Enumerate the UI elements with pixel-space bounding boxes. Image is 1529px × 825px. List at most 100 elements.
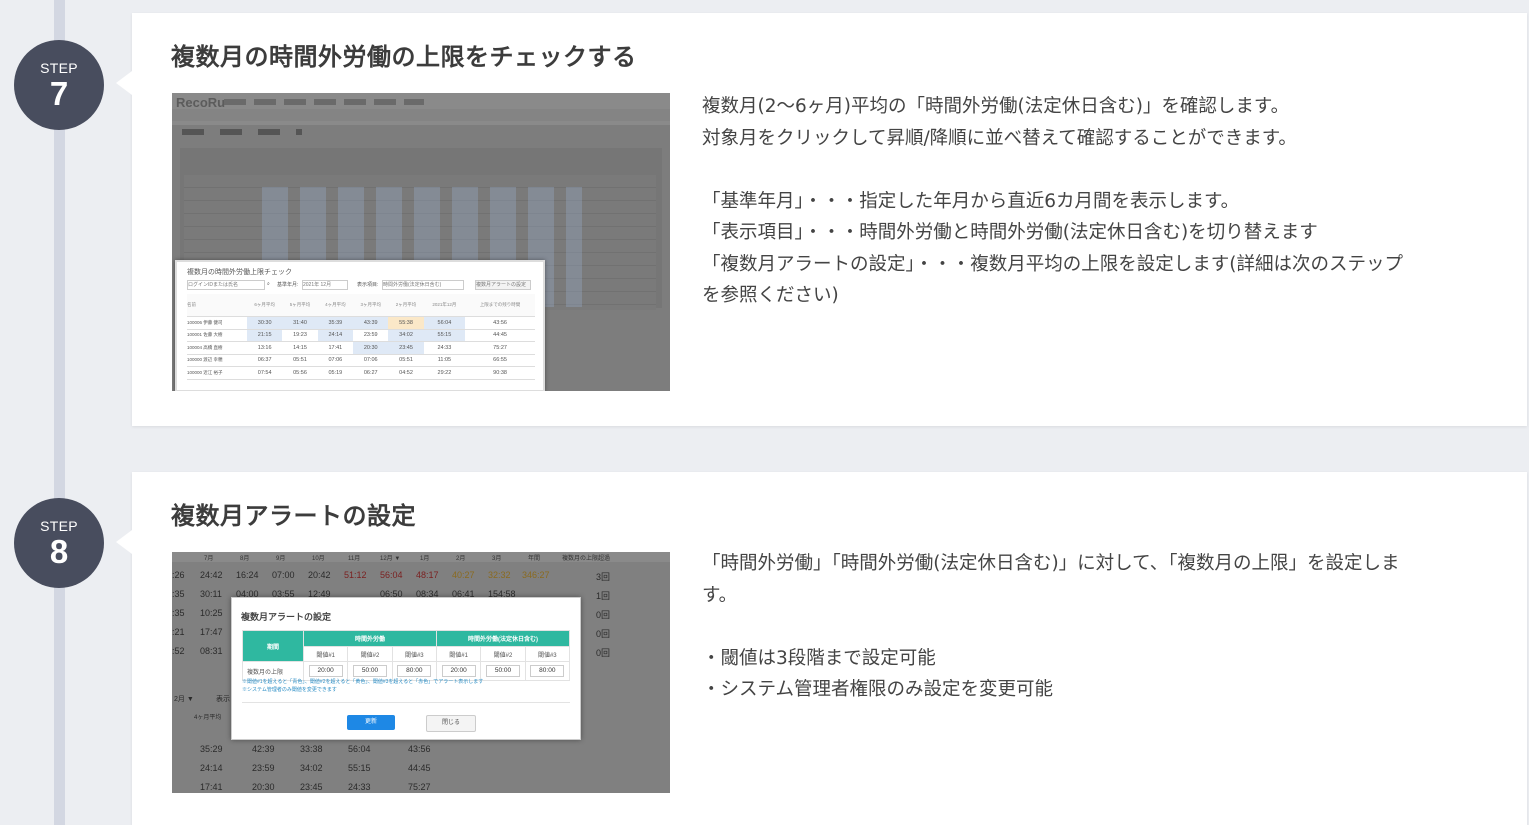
table-row: 100004 高橋 直樹 13:16 14:15 17:41 20:30 23:… [187, 341, 535, 355]
column-header[interactable]: 2ヶ月平均 [388, 294, 424, 317]
overtime-check-modal: 複数月の時間外労働上限チェック ログインIDまたは氏名 ⌕ 基準年月: 2021… [175, 260, 545, 391]
column-header[interactable]: 5ヶ月平均 [282, 294, 318, 317]
employee-name: 100000 渡辺 幸穂 [187, 354, 247, 367]
threshold-input[interactable]: 80:00 [530, 665, 565, 677]
close-button[interactable]: 閉じる [426, 715, 476, 732]
column-header[interactable]: 上限までの残り時間 [465, 294, 535, 317]
description-line: す。 [702, 584, 738, 606]
group-header-overtime: 時間外労働 [303, 630, 437, 647]
period-header: 期間 [242, 630, 304, 662]
table-cell: 35:39 [317, 316, 354, 330]
table-cell: 05:56 [282, 366, 318, 380]
table-cell: 56:04 [423, 316, 466, 330]
table-cell: 21:15 [247, 329, 283, 342]
modal-title: 複数月アラートの設定 [241, 612, 332, 622]
table-cell: 04:52 [388, 366, 424, 380]
step-title: 複数月の時間外労働の上限をチェックする [171, 43, 637, 71]
base-month-select[interactable]: 2021年 12月 [302, 280, 348, 290]
description-line: 「時間外労働」「時間外労働(法定休日含む)」に対して、「複数月の上限」を設定しま [702, 553, 1400, 574]
alert-note: ※閾値#1を超えると「青色」、閾値#2を超えると「黄色」、閾値#3を超えると「赤… [242, 679, 484, 685]
table-cell: 90:38 [465, 366, 535, 380]
step-7-description: 複数月(2〜6ヶ月)平均の「時間外労働(法定休日含む)」を確認します。 対象月を… [702, 91, 1492, 312]
threshold-input[interactable]: 20:00 [441, 665, 476, 677]
display-select[interactable]: 時間外労働(法定休日含む) [382, 280, 464, 290]
table-cell: 23:59 [353, 329, 389, 342]
table-cell: 19:23 [282, 329, 318, 342]
threshold-input[interactable]: 50:00 [352, 665, 387, 677]
step-number: 8 [49, 533, 69, 570]
table-cell: 66:55 [465, 354, 535, 367]
base-month-value: 2021年 12月 [303, 282, 332, 288]
threshold-input[interactable]: 80:00 [397, 665, 432, 677]
table-cell: 55:38 [388, 316, 424, 330]
description-line: 複数月(2〜6ヶ月)平均の「時間外労働(法定休日含む)」を確認します。 [702, 96, 1290, 117]
display-value: 時間外労働(法定休日含む) [383, 282, 442, 288]
modal-title: 複数月の時間外労働上限チェック [187, 269, 292, 276]
table-cell: 05:19 [317, 366, 354, 380]
background-header-row: 7月 8月 9月 10月 11月 12月 ▼ 1月 2月 3月 年間 複数月の上… [172, 552, 670, 562]
table-cell: 34:02 [388, 329, 424, 342]
table-cell: 14:15 [282, 341, 318, 355]
threshold-input[interactable]: 50:00 [485, 665, 520, 677]
table-row: 17:41 20:30 23:45 24:33 75:27 [200, 782, 431, 792]
app-logo: RecoRu [176, 95, 226, 110]
table-row: 24:14 23:59 34:02 55:15 44:45 [200, 763, 431, 773]
table-row: :26 24:42 16:24 07:00 20:42 51:12 56:04 … [172, 570, 611, 582]
app-toolbar [172, 109, 670, 121]
description-line: ・閾値は3段階まで設定可能 [702, 647, 936, 669]
step-number: 7 [49, 75, 69, 112]
column-header[interactable]: 4ヶ月平均 [317, 294, 354, 317]
threshold-header: 閾値#3 [391, 646, 437, 662]
table-cell: 20:30 [353, 341, 389, 355]
step-7-screenshot: RecoRu 複数月の時間外労働上限チェック ログインIDまたは氏名 ⌕ 基準年… [172, 93, 670, 391]
table-cell: 24:33 [423, 341, 466, 355]
search-input[interactable]: ログインIDまたは氏名 [187, 280, 265, 290]
step-label: STEP [40, 60, 78, 76]
column-header[interactable]: 名前 [187, 294, 247, 317]
table-row: 100001 佐藤 大樹 21:15 19:23 24:14 23:59 34:… [187, 329, 535, 342]
step-8-card: 複数月アラートの設定 7月 8月 9月 10月 11月 12月 ▼ 1月 2月 … [116, 472, 1527, 825]
table-cell: 06:27 [353, 366, 389, 380]
step-7-badge: STEP 7 [14, 40, 104, 130]
table-row: 100000 近江 裕子 07:54 05:56 05:19 06:27 04:… [187, 366, 535, 380]
description-line: を参照ください) [702, 285, 839, 306]
alert-settings-table: 期間 時間外労働 時間外労働(法定休日含む) 閾値#1 閾値#2 閾値#3 閾値… [242, 630, 571, 681]
table-cell: 29:22 [423, 366, 466, 380]
step-8-description: 「時間外労働」「時間外労働(法定休日含む)」に対して、「複数月の上限」を設定しま… [702, 548, 1492, 706]
table-cell: 05:51 [282, 354, 318, 367]
threshold-header: 閾値#3 [524, 646, 571, 662]
table-cell: 44:45 [465, 329, 535, 342]
table-cell: 43:56 [465, 316, 535, 330]
step-label: STEP [40, 518, 78, 534]
employee-name: 100001 佐藤 大樹 [187, 329, 247, 342]
table-cell: 06:37 [247, 354, 283, 367]
description-line: 「複数月アラートの設定」・・・複数月平均の上限を設定します(詳細は次のステップ [702, 253, 1403, 275]
alert-settings-label: 複数月アラートの設定 [476, 282, 527, 288]
display-label: 表示項目: [357, 282, 379, 288]
threshold-header: 閾値#2 [347, 646, 393, 662]
table-cell: 43:39 [353, 316, 389, 330]
table-cell: 30:30 [247, 316, 283, 330]
base-month-label: 基準年月: [277, 282, 299, 288]
table-cell: 13:16 [247, 341, 283, 355]
table-cell: 17:41 [317, 341, 354, 355]
table-cell: 75:27 [465, 341, 535, 355]
table-cell: 07:54 [247, 366, 283, 380]
table-cell: 24:14 [317, 329, 354, 342]
step-8-screenshot: 7月 8月 9月 10月 11月 12月 ▼ 1月 2月 3月 年間 複数月の上… [172, 552, 670, 793]
table-row: 100000 渡辺 幸穂 06:37 05:51 07:06 07:06 05:… [187, 354, 535, 367]
overtime-table: 名前 6ヶ月平均 5ヶ月平均 4ヶ月平均 3ヶ月平均 2ヶ月平均 2021年12… [187, 294, 535, 380]
table-cell: 07:06 [353, 354, 389, 367]
column-header[interactable]: 6ヶ月平均 [247, 294, 283, 317]
column-header[interactable]: 3ヶ月平均 [353, 294, 389, 317]
step-title: 複数月アラートの設定 [171, 502, 416, 530]
threshold-input[interactable]: 20:00 [308, 665, 343, 677]
update-button[interactable]: 更新 [347, 715, 395, 730]
table-row: 35:29 42:39 33:38 56:04 43:56 [200, 744, 431, 754]
step-7-card: 複数月の時間外労働の上限をチェックする RecoRu 複数月の時間外労働上限チェ… [116, 13, 1527, 426]
threshold-header: 閾値#1 [435, 646, 482, 662]
alert-settings-button[interactable]: 複数月アラートの設定 [475, 280, 531, 290]
modal-divider [242, 702, 570, 703]
search-icon[interactable]: ⌕ [267, 281, 270, 287]
column-header[interactable]: 2021年12月 [423, 294, 466, 317]
